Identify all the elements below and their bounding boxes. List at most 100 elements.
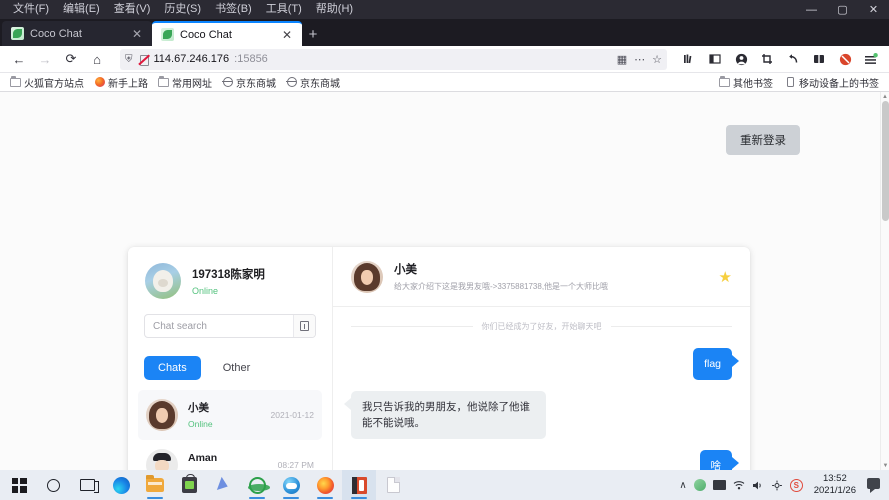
message-list: 你们已经成为了好友，开始聊天吧 flag 我只告诉我的男朋友，他说除了他谁能不能… (333, 307, 750, 470)
menu-item-bookmarks[interactable]: 书签(B) (208, 0, 259, 19)
chat-sidebar: 197318陈家明 Online Chat search Chats Other… (128, 247, 333, 470)
bookmark-other-folder[interactable]: 其他书签 (715, 74, 777, 91)
tab-title: Coco Chat (30, 27, 82, 40)
current-user-profile[interactable]: 197318陈家明 Online (128, 247, 332, 311)
search-input[interactable] (145, 315, 293, 337)
scroll-up-arrow[interactable]: ▲ (881, 92, 889, 101)
screenshot-icon[interactable] (755, 48, 779, 70)
home-button[interactable]: ⌂ (84, 48, 110, 70)
pocket-icon[interactable] (807, 48, 831, 70)
bookmark-item-4[interactable]: 京东商城 (282, 74, 344, 91)
avatar (146, 449, 178, 470)
scrollbar-thumb[interactable] (882, 101, 889, 221)
taskbar-item-firefox[interactable] (308, 470, 342, 500)
star-icon[interactable]: ★ (719, 270, 732, 285)
shield-icon[interactable]: ⛨ (125, 54, 133, 65)
tab-close-icon[interactable]: ✕ (130, 27, 144, 41)
search-button[interactable] (293, 315, 315, 337)
undo-icon[interactable] (781, 48, 805, 70)
account-icon[interactable] (729, 48, 753, 70)
app-menu-icon[interactable] (859, 48, 883, 70)
tab-coco-chat-1[interactable]: Coco Chat ✕ (2, 21, 152, 46)
minimize-button[interactable]: — (796, 0, 827, 19)
store-icon (181, 474, 197, 493)
list-item[interactable]: 小美 Online 2021-01-12 (138, 390, 322, 440)
bookmark-star-icon[interactable]: ☆ (652, 53, 662, 66)
chat-search-box[interactable] (144, 314, 316, 338)
bookmark-label: 火狐官方站点 (24, 78, 84, 90)
volume-icon[interactable] (752, 480, 764, 491)
message-bubble: flag (693, 348, 739, 380)
taskbar-item-kugou[interactable] (206, 470, 240, 500)
menu-item-help[interactable]: 帮助(H) (309, 0, 360, 19)
message-bubble: 啥 (699, 450, 739, 470)
maximize-button[interactable]: ▢ (827, 0, 858, 19)
start-button[interactable] (2, 470, 36, 500)
clock-time: 13:52 (822, 473, 847, 484)
menu-item-edit[interactable]: 编辑(E) (56, 0, 107, 19)
tab-close-icon[interactable]: ✕ (280, 28, 294, 42)
taskbar-item-reader[interactable] (342, 470, 376, 500)
library-icon[interactable] (677, 48, 701, 70)
taskbar-item-edge[interactable] (104, 470, 138, 500)
address-bar-actions: ▦ ⋯ ☆ (617, 53, 662, 66)
relogin-area: 重新登录 (726, 125, 800, 155)
avatar (351, 261, 383, 293)
insecure-lock-icon[interactable] (138, 54, 149, 66)
clock[interactable]: 13:52 2021/1/26 (810, 473, 860, 497)
tray-expand-icon[interactable]: ∧ (679, 480, 686, 491)
scroll-down-arrow[interactable]: ▼ (881, 461, 889, 470)
url-port: :15856 (234, 53, 268, 65)
divider-line-right (610, 326, 732, 327)
new-tab-button[interactable]: + (302, 22, 324, 46)
system-message: 你们已经成为了好友，开始聊天吧 (481, 322, 602, 331)
menu-item-tools[interactable]: 工具(T) (259, 0, 309, 19)
taskbar-item-document[interactable] (376, 470, 410, 500)
relogin-button[interactable]: 重新登录 (726, 125, 800, 155)
tab-title: Coco Chat (180, 28, 232, 41)
menu-item-history[interactable]: 历史(S) (157, 0, 208, 19)
sogou-icon[interactable]: S (789, 478, 803, 492)
menu-item-view[interactable]: 查看(V) (107, 0, 158, 19)
screen-icon[interactable] (712, 480, 726, 490)
sidebar-icon[interactable] (703, 48, 727, 70)
taskbar-item-onedrive[interactable] (274, 470, 308, 500)
list-item[interactable]: Aman offline 08:27 PM (138, 440, 322, 470)
edge-icon (112, 476, 130, 494)
avatar-icon[interactable] (693, 479, 706, 491)
page-actions-icon[interactable]: ⋯ (634, 53, 645, 66)
tab-other[interactable]: Other (209, 356, 265, 380)
search-button[interactable] (36, 470, 70, 500)
bookmark-item-0[interactable]: 火狐官方站点 (6, 74, 88, 91)
tab-coco-chat-2[interactable]: Coco Chat ✕ (152, 21, 302, 46)
blocker-icon[interactable] (833, 48, 857, 70)
notification-icon[interactable] (867, 478, 883, 492)
task-view-button[interactable] (70, 470, 104, 500)
reader-mode-icon[interactable]: ▦ (617, 53, 627, 66)
message-row-incoming: 我只告诉我的男朋友，他说除了他谁能不能说哦。 (344, 391, 732, 439)
address-bar[interactable]: ⛨ 114.67.246.176 :15856 ▦ ⋯ ☆ (120, 48, 667, 70)
bookmarks-right-group: 其他书签 移动设备上的书签 (715, 74, 883, 91)
bookmark-item-2[interactable]: 常用网址 (154, 74, 216, 91)
avatar (145, 263, 181, 299)
page-viewport: 重新登录 197318陈家明 Online Chat search Chats … (0, 92, 889, 470)
network-icon[interactable] (771, 480, 783, 491)
back-button[interactable]: ← (6, 48, 32, 70)
tab-chats[interactable]: Chats (144, 356, 201, 380)
bookmark-mobile-folder[interactable]: 移动设备上的书签 (781, 74, 883, 91)
taskbar-item-file-explorer[interactable] (138, 470, 172, 500)
bookmark-item-1[interactable]: 新手上路 (90, 74, 152, 91)
wifi-icon[interactable] (733, 480, 745, 490)
conversation-status: Online (188, 419, 213, 429)
forward-button[interactable]: → (32, 48, 58, 70)
phone-icon (785, 77, 796, 88)
close-button[interactable]: ✕ (858, 0, 889, 19)
message-row-outgoing: flag (351, 348, 739, 380)
taskbar-item-store[interactable] (172, 470, 206, 500)
reload-button[interactable]: ⟳ (58, 48, 84, 70)
bookmark-item-3[interactable]: 京东商城 (218, 74, 280, 91)
conversation-list: 小美 Online 2021-01-12 Aman offline 08:2 (128, 390, 332, 470)
menu-item-file[interactable]: 文件(F) (6, 0, 56, 19)
taskbar-item-internet-explorer[interactable] (240, 470, 274, 500)
page-scrollbar[interactable]: ▲ ▼ (880, 92, 889, 470)
